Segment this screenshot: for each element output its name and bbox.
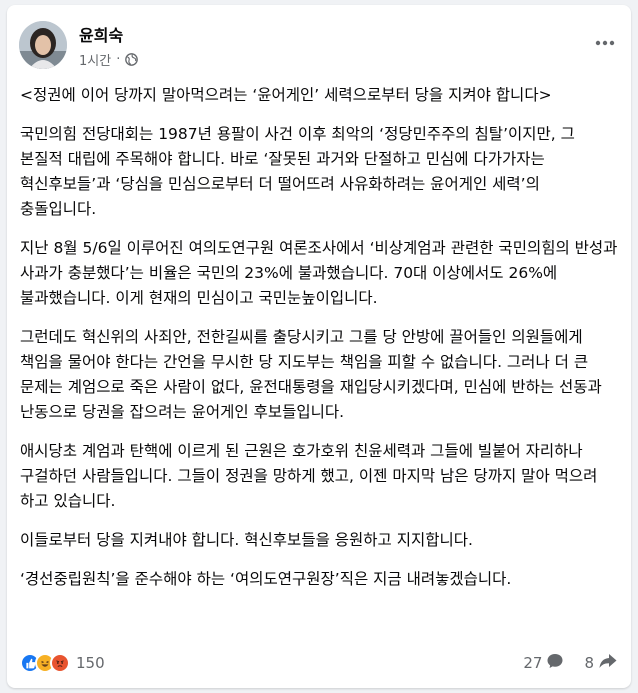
post-paragraph: 지난 8월 5/6일 이루어진 여의도연구원 여론조사에서 ‘비상계엄과 관련한… <box>20 239 618 307</box>
post-body: <정권에 이어 당까지 말아먹으려는 ‘윤어게인’ 세력으로부터 당을 지켜야 … <box>20 83 618 606</box>
post-time[interactable]: 1시간 <box>79 50 111 69</box>
globe-icon <box>125 53 139 66</box>
share-icon <box>598 652 618 674</box>
comment-icon <box>546 652 564 674</box>
post-paragraph: 이들로부터 당을 지켜내야 합니다. 혁신후보들을 응원하고 지지합니다. <box>20 531 473 549</box>
post-paragraph: <정권에 이어 당까지 말아먹으려는 ‘윤어게인’ 세력으로부터 당을 지켜야 … <box>20 86 552 104</box>
author-name[interactable]: 윤희숙 <box>79 22 123 46</box>
profile-photo <box>19 21 67 69</box>
reaction-count[interactable]: 150 <box>76 654 105 672</box>
share-count-value: 8 <box>584 654 594 672</box>
post-footer: 150 27 8 <box>20 647 618 679</box>
post-paragraph: ‘경선중립원칙’을 준수해야 하는 ‘여의도연구원장’직은 지금 내려놓겠습니다… <box>20 570 512 588</box>
post-header: 윤희숙 1시간 · <box>7 5 631 75</box>
share-count[interactable]: 8 <box>584 652 618 674</box>
reactions-summary[interactable]: 150 <box>20 653 105 673</box>
engagement-stats: 27 8 <box>523 652 618 674</box>
comment-count[interactable]: 27 <box>523 652 564 674</box>
post-meta: 1시간 · <box>79 50 139 69</box>
post-paragraph: 애시당초 계엄과 탄핵에 이르게 된 근원은 호가호위 친윤세력과 그들에 빌붙… <box>20 442 598 510</box>
post-paragraph: 그런데도 혁신위의 사죄안, 전한길씨를 출당시키고 그를 당 안방에 끌어들인… <box>20 328 602 421</box>
avatar[interactable] <box>19 21 67 69</box>
more-horizontal-icon[interactable] <box>593 35 617 51</box>
angry-icon <box>50 653 70 673</box>
post-card: 윤희숙 1시간 · <정권에 이어 당까지 말아먹으려는 ‘윤어게인’ 세력으로… <box>7 5 631 688</box>
post-paragraph: 국민의힘 전당대회는 1987년 용팔이 사건 이후 최악의 ‘정당민주주의 침… <box>20 125 575 218</box>
meta-separator: · <box>116 52 121 67</box>
comment-count-value: 27 <box>523 654 543 672</box>
